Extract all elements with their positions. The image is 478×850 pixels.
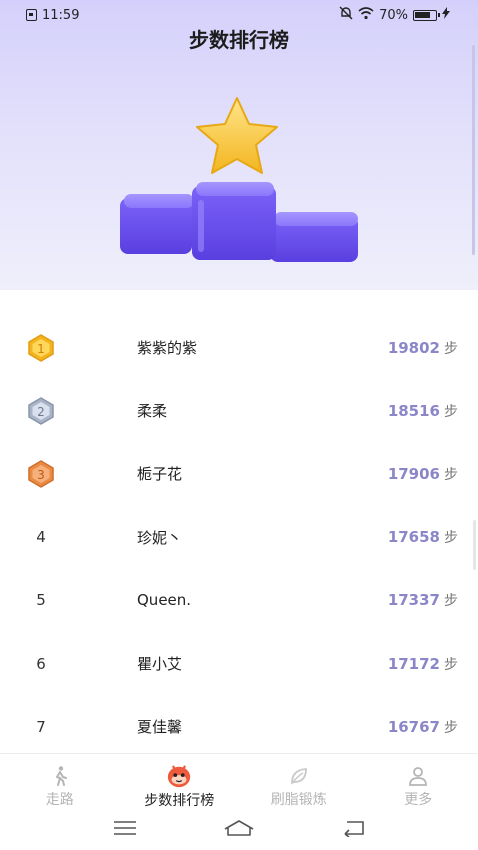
silver-medal-icon: 2	[28, 396, 54, 425]
rank-number: 7	[36, 717, 46, 736]
bronze-medal-icon: 3	[28, 460, 54, 488]
mute-icon	[339, 6, 353, 24]
hero-banner: 11:59 70% 步数排行榜	[0, 0, 478, 290]
rank-badge: 2	[24, 396, 58, 426]
user-name: 瞿小艾	[137, 655, 183, 674]
step-unit: 步	[444, 340, 458, 357]
tab-fat-burn[interactable]: 刷脂锻炼	[239, 754, 359, 809]
tab-label: 走路	[45, 792, 74, 808]
tab-walk[interactable]: 走路	[0, 754, 120, 809]
tab-label: 刷脂锻炼	[270, 792, 327, 808]
step-count: 16767	[387, 717, 440, 736]
battery-percent: 70%	[379, 7, 408, 23]
status-time: 11:59	[42, 7, 80, 23]
step-count: 18516	[387, 401, 440, 420]
page-title: 步数排行榜	[189, 28, 289, 52]
charging-icon	[442, 7, 450, 23]
user-name: 珍妮丶	[137, 528, 183, 547]
step-unit: 步	[444, 656, 458, 673]
ranking-list: 1 紫紫的紫 19802 步 2 柔柔 18516 步 3 栀子花 17906 …	[0, 316, 478, 758]
step-count: 17172	[387, 654, 440, 673]
svg-text:2: 2	[37, 405, 45, 419]
podium-star-illustration	[120, 97, 358, 262]
svg-text:3: 3	[37, 468, 45, 482]
tab-more[interactable]: 更多	[359, 754, 478, 809]
walk-icon	[47, 763, 73, 788]
rank-number: 4	[36, 528, 46, 547]
list-scrollbar[interactable]	[473, 520, 476, 570]
user-name: 栀子花	[137, 465, 183, 484]
sim-icon	[26, 9, 37, 21]
list-item[interactable]: 2 柔柔 18516 步	[0, 379, 478, 442]
rank-number: 5	[36, 591, 46, 610]
user-name: 柔柔	[137, 402, 168, 421]
home-icon[interactable]	[223, 819, 255, 841]
user-icon	[405, 763, 431, 788]
list-item[interactable]: 5 Queen. 17337 步	[0, 569, 478, 632]
tab-label: 更多	[404, 792, 433, 808]
leaf-icon	[286, 763, 312, 788]
back-icon[interactable]	[341, 819, 365, 841]
step-unit: 步	[444, 466, 458, 483]
step-count: 17337	[387, 591, 440, 610]
list-item[interactable]: 1 紫紫的紫 19802 步	[0, 316, 478, 379]
scrollbar[interactable]	[472, 45, 475, 255]
system-nav-bar	[0, 809, 478, 850]
gold-medal-icon: 1	[28, 333, 54, 362]
user-name: 夏佳馨	[137, 718, 183, 737]
step-unit: 步	[444, 719, 458, 736]
list-item[interactable]: 7 夏佳馨 16767 步	[0, 695, 478, 758]
ranking-mascot-icon	[166, 763, 192, 789]
svg-text:1: 1	[37, 342, 45, 356]
battery-icon	[413, 9, 440, 21]
step-unit: 步	[444, 530, 458, 547]
step-count: 17658	[387, 528, 440, 547]
step-unit: 步	[444, 403, 458, 420]
user-name: Queen.	[137, 591, 192, 610]
rank-badge: 3	[24, 459, 58, 489]
wifi-icon	[358, 6, 374, 24]
tab-label: 步数排行榜	[144, 793, 215, 809]
user-name: 紫紫的紫	[137, 339, 198, 358]
list-item[interactable]: 4 珍妮丶 17658 步	[0, 506, 478, 569]
list-item[interactable]: 3 栀子花 17906 步	[0, 442, 478, 505]
tab-ranking[interactable]: 步数排行榜	[120, 754, 240, 809]
step-count: 17906	[387, 464, 440, 483]
list-item[interactable]: 6 瞿小艾 17172 步	[0, 632, 478, 695]
bottom-nav: 走路 步数排行榜 刷脂锻炼 更多	[0, 753, 478, 809]
step-unit: 步	[444, 593, 458, 610]
rank-badge: 1	[24, 333, 58, 363]
menu-icon[interactable]	[113, 820, 137, 840]
rank-number: 6	[36, 654, 46, 673]
step-count: 19802	[387, 338, 440, 357]
